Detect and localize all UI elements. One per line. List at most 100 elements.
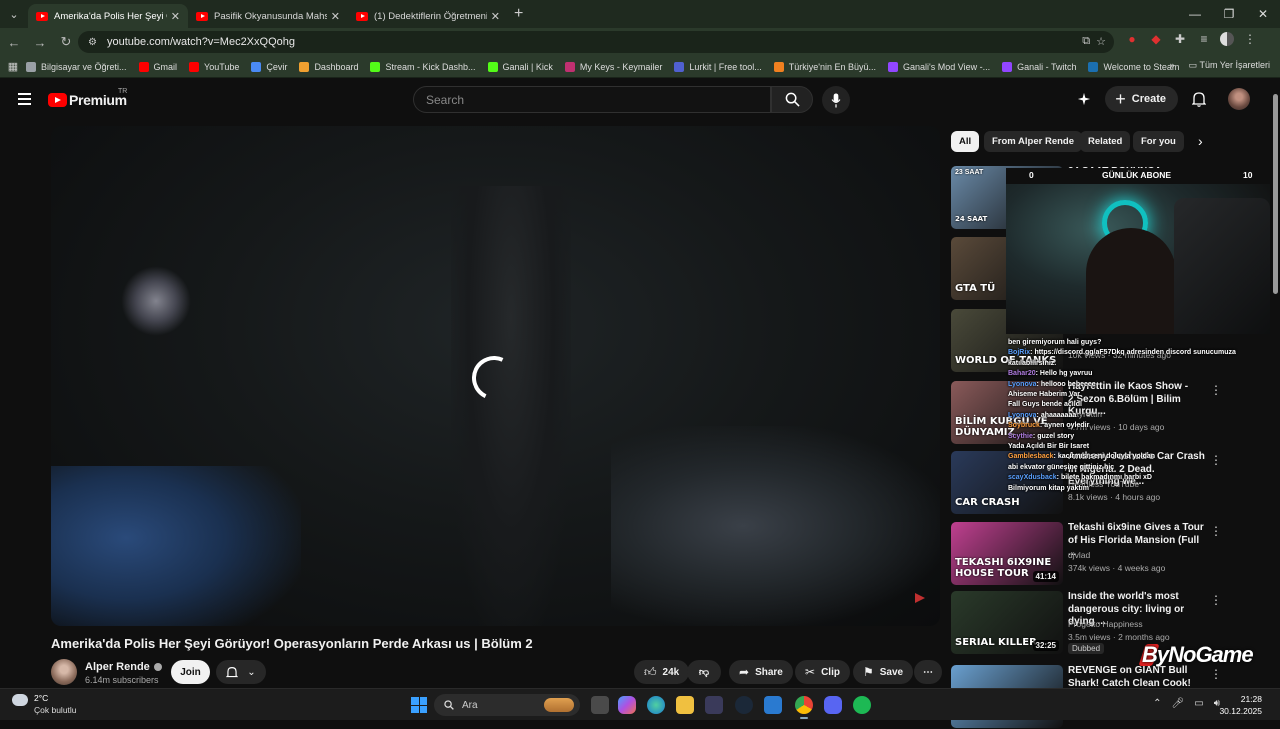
scrollbar-thumb[interactable] xyxy=(1273,94,1278,294)
bookmark-item[interactable]: Ganali's Mod View -... xyxy=(888,61,990,72)
close-tab-icon[interactable]: ✕ xyxy=(331,10,340,23)
browser-menu-icon[interactable]: ⋮ xyxy=(1242,32,1258,46)
chip-from-channel[interactable]: From Alper Rende xyxy=(984,131,1082,152)
page-scrollbar[interactable] xyxy=(1271,82,1280,688)
install-app-icon[interactable]: ⧉ xyxy=(1082,35,1090,48)
back-icon[interactable]: ← xyxy=(2,35,26,50)
tab-search-icon[interactable]: ⌄ xyxy=(0,0,28,28)
more-vertical-icon[interactable]: ⋮ xyxy=(1210,667,1222,681)
tab-2[interactable]: (1) Dedektiflerin Öğretmenin İç ✕ xyxy=(348,4,508,28)
clock[interactable]: 21:28 30.12.2025 xyxy=(1219,693,1262,717)
tab-title: Pasifik Okyanusunda Mahsur Ka xyxy=(214,10,327,22)
bookmark-item[interactable]: Ganali - Twitch xyxy=(1002,61,1076,72)
bookmark-item[interactable]: Ganali | Kick xyxy=(487,61,553,72)
bookmark-item[interactable]: My Keys - Keymailer xyxy=(564,61,662,72)
clip-button[interactable]: ✂ Clip xyxy=(795,660,850,684)
extension-red-icon[interactable]: ● xyxy=(1124,32,1140,46)
bookmark-item[interactable]: YouTube xyxy=(189,61,239,72)
reading-list-icon[interactable]: ≡ xyxy=(1196,32,1212,46)
tab-1[interactable]: Pasifik Okyanusunda Mahsur Ka ✕ xyxy=(188,4,348,28)
file-explorer-icon[interactable] xyxy=(676,696,694,714)
reload-icon[interactable]: ↻ xyxy=(54,34,78,50)
more-vertical-icon[interactable]: ⋮ xyxy=(1210,524,1222,538)
bookmark-item[interactable]: Çevir xyxy=(251,61,287,72)
share-button[interactable]: ➦ Share xyxy=(729,660,793,684)
task-view-icon[interactable] xyxy=(591,696,609,714)
taskbar-search[interactable]: Ara xyxy=(434,694,580,716)
youtube-premium-logo[interactable]: Premium TR xyxy=(48,88,127,108)
chevron-up-icon[interactable]: ⌃ xyxy=(1153,698,1161,709)
forward-icon[interactable]: → xyxy=(28,35,52,50)
mail-icon[interactable] xyxy=(764,696,782,714)
save-button[interactable]: ⚑ Save xyxy=(853,660,914,684)
dislike-button[interactable]: 👎︎ xyxy=(687,660,721,684)
bookmark-item[interactable]: Stream - Kick Dashb... xyxy=(370,61,476,72)
new-tab-icon[interactable]: + xyxy=(514,5,523,23)
channel-name[interactable]: Alper Rende xyxy=(85,661,162,673)
edge-icon[interactable] xyxy=(647,696,665,714)
discord-icon[interactable] xyxy=(824,696,842,714)
bookmark-item[interactable]: Türkiye'nin En Büyü... xyxy=(773,61,876,72)
chip-related[interactable]: Related xyxy=(1080,131,1131,152)
user-avatar[interactable] xyxy=(1228,88,1250,110)
more-actions-button[interactable]: ⋯ xyxy=(914,660,942,684)
more-vertical-icon[interactable]: ⋮ xyxy=(1210,593,1222,607)
bookmark-favicon-icon xyxy=(564,61,575,72)
bookmark-star-icon[interactable]: ☆ xyxy=(1096,35,1106,48)
channel-avatar[interactable] xyxy=(51,659,77,685)
region-code: TR xyxy=(118,88,128,95)
video-player[interactable] xyxy=(51,126,940,626)
copilot-icon[interactable] xyxy=(618,696,636,714)
close-tab-icon[interactable]: ✕ xyxy=(171,10,180,23)
video-thumbnail[interactable]: SERIAL KILLER 32:25 xyxy=(951,591,1063,654)
weather-temp[interactable]: 2°C xyxy=(34,693,48,703)
restore-icon[interactable]: ❐ xyxy=(1212,0,1246,28)
close-window-icon[interactable]: ✕ xyxy=(1246,0,1280,28)
bookmark-item[interactable]: Welcome to Steam xyxy=(1088,61,1179,72)
cloud-icon[interactable] xyxy=(12,694,28,706)
search-input[interactable]: Search xyxy=(413,86,771,113)
bookmark-item[interactable]: Bilgisayar ve Öğreti... xyxy=(26,61,127,72)
notifications-bell-icon[interactable] xyxy=(1192,91,1206,107)
steam-icon[interactable] xyxy=(735,696,753,714)
store-icon[interactable] xyxy=(705,696,723,714)
bookmark-item[interactable]: Lurkit | Free tool... xyxy=(674,61,762,72)
spotify-icon[interactable] xyxy=(853,696,871,714)
chip-all[interactable]: All xyxy=(951,131,980,152)
recommendation-channel[interactable]: djvlad xyxy=(1068,550,1090,560)
menu-icon[interactable] xyxy=(18,93,31,108)
recommendation-meta: 3.5m views · 2 months ago xyxy=(1068,632,1170,642)
sparkle-icon[interactable] xyxy=(1077,92,1091,106)
network-icon[interactable]: ▭ xyxy=(1194,698,1203,709)
all-bookmarks-folder[interactable]: ▭ Tüm Yer İşaretleri xyxy=(1189,60,1270,71)
bookmark-item[interactable]: Dashboard xyxy=(299,61,358,72)
create-button[interactable]: + Create xyxy=(1105,86,1178,112)
recommendation-item[interactable]: TEKASHI 6IX9INE HOUSE TOUR 41:14 Tekashi 6… xyxy=(951,522,1271,586)
profile-icon[interactable] xyxy=(1220,32,1234,46)
weather-status[interactable]: Çok bulutlu xyxy=(34,705,77,715)
chip-for-you[interactable]: For you xyxy=(1133,131,1184,152)
apps-grid-icon[interactable]: ▦ xyxy=(0,60,26,73)
address-bar[interactable]: ⚙ youtube.com/watch?v=Mec2XxQQohg ⧉ ☆ xyxy=(78,31,1114,53)
video-thumbnail[interactable]: TEKASHI 6IX9INE HOUSE TOUR 41:14 xyxy=(951,522,1063,585)
tab-0[interactable]: Amerika'da Polis Her Şeyi Görüyo ✕ xyxy=(28,4,188,28)
chrome-icon[interactable] xyxy=(795,696,813,714)
extension-shield-icon[interactable]: ◆ xyxy=(1148,32,1164,46)
recommendation-channel[interactable]: Progetto Happiness xyxy=(1068,619,1143,629)
chevron-right-icon[interactable]: › xyxy=(1198,133,1203,149)
extensions-puzzle-icon[interactable]: ✚ xyxy=(1172,32,1188,46)
recommendation-title[interactable]: REVENGE on GIANT Bull Shark! Catch Clean… xyxy=(1068,665,1208,690)
close-tab-icon[interactable]: ✕ xyxy=(491,10,500,23)
bookmark-item[interactable]: Gmail xyxy=(138,61,177,72)
search-button[interactable] xyxy=(771,86,813,113)
minimize-icon[interactable]: — xyxy=(1178,0,1212,28)
subscription-bell-button[interactable]: ⌄ xyxy=(216,660,266,684)
channel-watermark-icon[interactable] xyxy=(914,592,926,604)
like-button[interactable]: 👍︎ 24k xyxy=(634,660,690,684)
windows-start-icon[interactable] xyxy=(411,697,427,713)
site-info-icon[interactable]: ⚙ xyxy=(88,37,97,48)
bookmarks-more[interactable]: » xyxy=(1170,60,1175,71)
join-button[interactable]: Join xyxy=(171,660,210,684)
microphone-icon[interactable]: 🎤︎ xyxy=(1172,698,1185,709)
voice-search-button[interactable] xyxy=(822,86,850,114)
